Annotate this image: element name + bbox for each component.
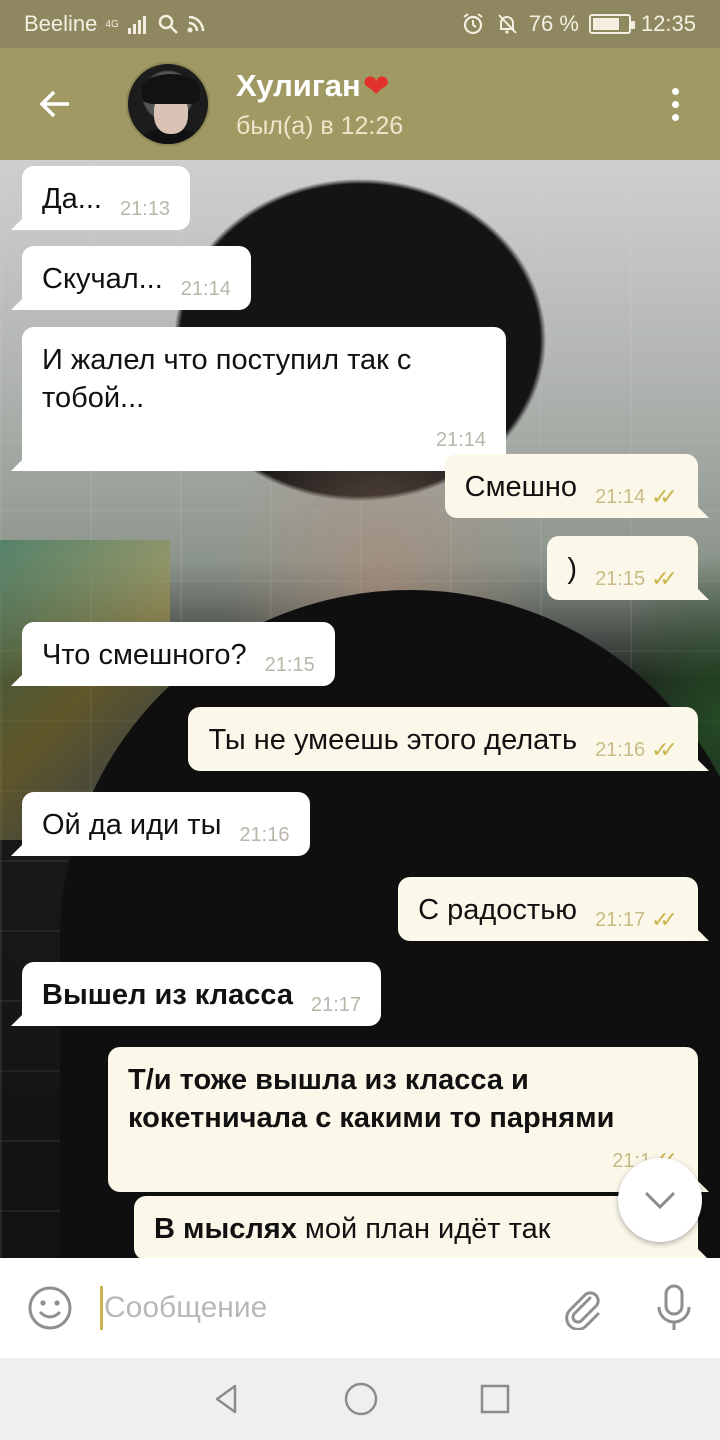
chat-area[interactable]: Да... 21:13 Скучал... 21:14 И жалел что … [0, 160, 720, 1258]
network-badge: 4G [105, 18, 119, 30]
attach-button[interactable] [536, 1258, 628, 1358]
message-bubble[interactable]: ) 21:15 ✓✓ [547, 536, 709, 600]
back-button[interactable] [0, 48, 110, 160]
alarm-icon [463, 13, 483, 35]
chevron-down-icon [644, 1191, 676, 1210]
rss-icon [187, 15, 204, 33]
read-check-icon: ✓✓ [651, 566, 678, 591]
message-placeholder: Сообщение [104, 1291, 268, 1324]
chat-header: Хулиган ❤ был(а) в 12:26 [0, 48, 720, 160]
heart-emoji: ❤ [362, 67, 390, 104]
message-bubble[interactable]: В мыслях мой план идёт так [134, 1196, 709, 1258]
emoji-icon [28, 1286, 72, 1330]
message-bubble[interactable]: Ты не умеешь этого делать 21:16 ✓✓ [188, 707, 709, 771]
system-nav-bar [0, 1358, 720, 1440]
mic-button[interactable] [628, 1258, 720, 1358]
menu-button[interactable] [630, 48, 720, 160]
emoji-button[interactable] [0, 1258, 100, 1358]
nav-home-icon[interactable] [343, 1381, 379, 1417]
message-time-row: 21:1✓✓ [128, 1141, 678, 1180]
message-text: Ой да иди ты [42, 809, 222, 841]
status-bar: Beeline 4G 76 % 12:35 [0, 0, 720, 48]
scroll-down-button[interactable] [618, 1158, 702, 1242]
message-bubble[interactable]: Т/и тоже вышла из класса и кокетничала с… [108, 1047, 709, 1192]
read-check-icon: ✓✓ [651, 907, 678, 932]
battery-icon [588, 14, 635, 34]
battery-percent: 76 % [528, 11, 579, 36]
message-text: И жалел что поступил так с тобой... [42, 344, 412, 414]
message-time: 21:16 [595, 739, 646, 761]
message-time: 21:15 [595, 568, 646, 590]
message-text: Вышел из класса [42, 979, 293, 1011]
message-text: Что смешного? [42, 639, 247, 671]
search-icon [158, 14, 178, 34]
message-bubble[interactable]: С радостью 21:17 ✓✓ [398, 877, 709, 941]
message-text: С радостью [418, 894, 578, 926]
message-time: 21:14 [435, 429, 486, 451]
message-bubble[interactable]: Что смешного? 21:15 [11, 622, 335, 686]
message-bubble[interactable]: Ой да иди ты 21:16 [11, 792, 310, 856]
message-time: 21:14 [595, 486, 646, 508]
battery-level [592, 18, 619, 30]
message-time: 21:16 [239, 824, 290, 846]
message-bubble[interactable]: И жалел что поступил так с тобой... 21:1… [11, 327, 506, 471]
message-text: Смешно [464, 471, 578, 503]
mic-icon [657, 1284, 691, 1330]
text-cursor [100, 1286, 103, 1330]
signal-icon [127, 16, 146, 34]
message-text: Скучал... [42, 263, 163, 295]
message-text-bold: В мыслях [154, 1213, 297, 1245]
message-time: 21:15 [264, 654, 315, 676]
message-bubble[interactable]: Вышел из класса 21:17 [10, 962, 382, 1026]
nav-recents-icon[interactable] [479, 1383, 511, 1415]
message-time: 21:14 [180, 278, 231, 300]
clock: 12:35 [640, 11, 696, 36]
back-arrow-icon [39, 90, 69, 118]
message-time: 21:17 [310, 994, 362, 1016]
menu-dots-icon [671, 87, 679, 95]
message-time: 21:17 [595, 909, 646, 931]
read-check-icon: ✓✓ [651, 737, 678, 762]
mute-bell-icon [498, 14, 517, 34]
read-check-icon: ✓✓ [651, 484, 678, 509]
message-time: 21:13 [119, 198, 171, 220]
message-bubble[interactable]: Скучал... 21:14 [11, 246, 251, 310]
message-bubble[interactable]: Да... 21:13 [10, 166, 191, 230]
message-composer: Сообщение [0, 1258, 720, 1358]
nav-back-icon[interactable] [209, 1382, 243, 1416]
message-text: ) [567, 553, 578, 585]
carrier-label: Beeline [24, 11, 98, 36]
message-text: Т/и тоже вышла из класса и кокетничала с… [128, 1064, 615, 1134]
contact-info[interactable]: Хулиган ❤ был(а) в 12:26 [236, 68, 403, 141]
contact-name: Хулиган ❤ [236, 68, 403, 104]
attach-icon [565, 1291, 600, 1330]
avatar[interactable] [126, 62, 210, 146]
message-input[interactable]: Сообщение [100, 1278, 536, 1338]
message-text: мой план идёт так [296, 1213, 551, 1245]
message-text: Ты не умеешь этого делать [208, 724, 578, 756]
contact-name-text: Хулиган [236, 67, 361, 103]
message-text: Да... [42, 183, 102, 215]
last-seen: был(а) в 12:26 [236, 111, 404, 140]
message-bubble[interactable]: Смешно 21:14 ✓✓ [444, 454, 710, 518]
